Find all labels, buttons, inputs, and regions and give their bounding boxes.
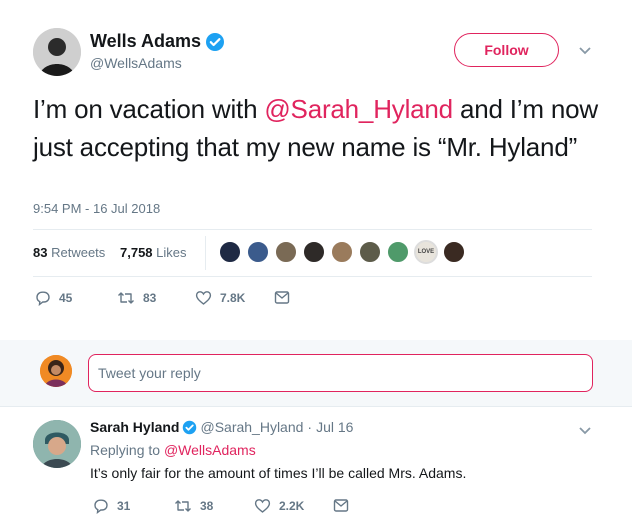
replying-to-label: Replying to [90, 442, 161, 458]
envelope-icon [333, 499, 349, 512]
author-avatar-image [33, 28, 81, 76]
retweets-label: Retweets [51, 245, 106, 260]
replying-to-handle-link[interactable]: @WellsAdams [164, 442, 256, 458]
like-action[interactable]: 7.8K [195, 290, 245, 306]
dm-action[interactable] [274, 290, 298, 305]
author-name[interactable]: Wells Adams [90, 31, 201, 52]
chevron-down-icon[interactable] [578, 43, 592, 61]
viewer-avatar [40, 355, 72, 387]
retweet-icon [118, 292, 134, 304]
stats-divider [205, 236, 206, 270]
reply-reply-count: 31 [117, 499, 131, 513]
reply-count: 45 [59, 291, 73, 305]
like-count: 7.8K [220, 291, 246, 305]
tweet-reply-input[interactable]: Tweet your reply [88, 354, 593, 392]
divider [0, 406, 632, 407]
envelope-icon [274, 291, 290, 304]
reply-icon [94, 499, 108, 514]
reply-retweet-count: 38 [200, 499, 214, 513]
liker-avatar[interactable] [302, 240, 326, 264]
retweets-stat[interactable]: 83 Retweets [33, 245, 105, 260]
liker-avatar[interactable] [386, 240, 410, 264]
liker-avatar[interactable] [330, 240, 354, 264]
liker-avatar[interactable]: LOVE [414, 240, 438, 264]
divider [33, 229, 592, 230]
reply-date[interactable]: Jul 16 [316, 419, 353, 435]
liker-avatar[interactable] [442, 240, 466, 264]
reply-separator: · [307, 419, 313, 435]
heart-icon [254, 499, 271, 513]
replying-to: Replying to @WellsAdams [90, 442, 256, 458]
retweets-count: 83 [33, 245, 48, 260]
likes-count: 7,758 [120, 245, 153, 260]
tweet-mention-link[interactable]: @Sarah_Hyland [264, 94, 453, 124]
reply-author-handle[interactable]: @Sarah_Hyland [200, 419, 303, 435]
heart-icon [195, 291, 212, 305]
reply-chevron-down-icon[interactable] [578, 423, 592, 441]
liker-avatar[interactable] [218, 240, 242, 264]
reply-like-action[interactable]: 2.2K [254, 498, 304, 514]
reply-author-name[interactable]: Sarah Hyland [90, 419, 179, 435]
reply-like-count: 2.2K [279, 499, 305, 513]
likes-stat[interactable]: 7,758 Likes [120, 245, 187, 260]
reply-verified-badge-icon [182, 420, 197, 435]
retweet-action[interactable]: 83 [117, 290, 156, 306]
reply-action[interactable]: 45 [35, 290, 72, 306]
reply-retweet-action[interactable]: 38 [174, 498, 213, 514]
tweet-text-before: I’m on vacation with [33, 94, 265, 124]
tweet-timestamp[interactable]: 9:54 PM - 16 Jul 2018 [33, 201, 160, 216]
reply-author-avatar[interactable] [33, 420, 81, 468]
divider [33, 276, 592, 277]
tweet-text: I’m on vacation with @Sarah_Hyland and I… [33, 90, 618, 166]
liker-avatar[interactable] [274, 240, 298, 264]
retweet-icon [175, 500, 191, 512]
likes-label: Likes [156, 245, 187, 260]
reply-dm-action[interactable] [333, 498, 357, 513]
liker-avatar[interactable] [358, 240, 382, 264]
verified-badge-icon [205, 32, 225, 57]
reply-icon [36, 291, 50, 306]
retweet-count: 83 [143, 291, 157, 305]
liker-avatar[interactable] [246, 240, 270, 264]
author-avatar[interactable] [33, 28, 81, 76]
reply-text: It’s only fair for the amount of times I… [90, 465, 467, 481]
reply-header: Sarah Hyland @Sarah_Hyland · Jul 16 [90, 419, 353, 435]
author-handle[interactable]: @WellsAdams [90, 55, 182, 71]
follow-button[interactable]: Follow [454, 33, 559, 67]
reply-reply-action[interactable]: 31 [93, 498, 130, 514]
